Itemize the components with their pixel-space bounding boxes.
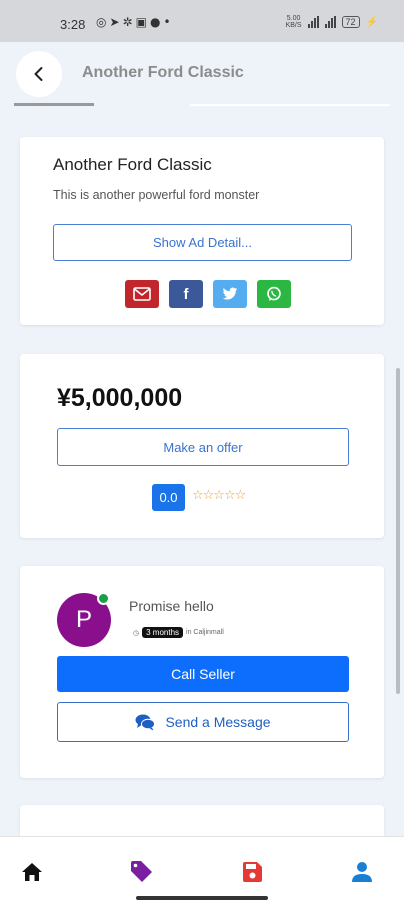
mail-notification-icon: ▣ [135,15,150,29]
email-icon [133,287,151,301]
net-speed-unit: KB/S [285,22,302,29]
status-bar: 3:28 ◎➤✲▣●• 5.00 KB/S 72 ⚡ [0,0,404,42]
nav-saved[interactable] [239,859,265,885]
ad-info-card: Another Ford Classic This is another pow… [20,137,384,325]
system-icons: 5.00 KB/S 72 ⚡ [286,15,378,29]
seller-name: Promise hello [129,598,214,614]
facebook-icon: f [183,285,189,303]
share-buttons: f [125,280,291,308]
battery-icon: 72 [341,16,360,28]
show-ad-detail-button[interactable]: Show Ad Detail... [53,224,352,261]
nav-profile[interactable] [349,859,375,885]
signal-icon-2 [324,16,336,28]
member-suffix: in Caljinmall [186,629,224,636]
header-divider [14,103,94,106]
share-twitter-button[interactable] [213,280,247,308]
price: ¥5,000,000 [57,384,183,412]
signal-icon [307,16,319,28]
home-indicator [136,896,268,900]
send-message-button[interactable]: Send a Message [57,702,349,742]
twitter-icon [222,287,238,300]
facebook-notification-icon: ● [149,15,164,29]
tag-icon [131,861,152,882]
page-title: Another Ford Classic [82,64,244,81]
share-whatsapp-button[interactable] [257,280,291,308]
status-time: 3:28 [60,17,86,32]
more-notifications-icon: • [163,15,174,29]
seller-card: P Promise hello ◷ 3 months in Caljinmall… [20,566,384,778]
rating-stars: ☆☆☆☆☆ [192,488,246,503]
telegram-notification-icon: ➤ [109,15,123,29]
header: Another Ford Classic [0,42,404,112]
home-icon [22,863,42,881]
member-duration-badge: 3 months [142,627,184,638]
charging-icon: ⚡ [365,16,378,28]
make-offer-button[interactable]: Make an offer [57,428,349,466]
share-facebook-button[interactable]: f [169,280,203,308]
whatsapp-icon [267,286,281,301]
whatsapp-notification-icon: ◎ [96,15,110,29]
scrollbar[interactable] [396,368,400,694]
nav-home[interactable] [19,859,45,885]
ad-description: This is another powerful ford monster [53,188,260,202]
bottom-nav [0,836,404,900]
nav-tags[interactable] [129,859,155,885]
save-icon [243,862,262,882]
online-status-icon [97,592,110,605]
ad-title: Another Ford Classic [53,155,212,174]
profile-icon [352,862,372,882]
call-seller-button[interactable]: Call Seller [57,656,349,692]
notification-icons: ◎➤✲▣●• [96,15,174,29]
header-divider-right [190,104,390,106]
app-notification-icon: ✲ [122,15,136,29]
back-button[interactable] [16,51,62,97]
clock-icon: ◷ [133,629,140,637]
battery-level: 72 [345,17,356,27]
price-card: ¥5,000,000 Make an offer 0.0 ☆☆☆☆☆ [20,354,384,538]
net-speed-value: 5.00 [286,15,301,22]
member-since: ◷ 3 months in Caljinmall [133,627,224,638]
chevron-left-icon [34,67,43,81]
share-email-button[interactable] [125,280,159,308]
send-message-label: Send a Message [165,714,271,730]
rating-badge: 0.0 [152,484,185,511]
chat-bubbles-icon [135,714,156,730]
